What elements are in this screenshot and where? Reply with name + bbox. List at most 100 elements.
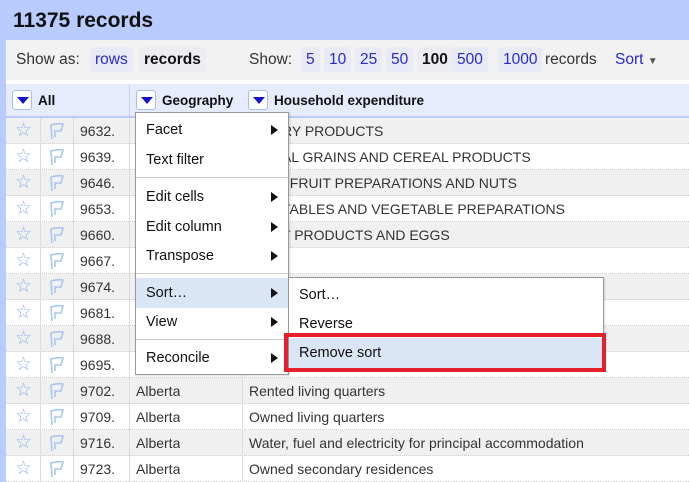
geography-cell[interactable]: Alberta	[136, 409, 180, 425]
star-icon[interactable]: ☆	[15, 405, 32, 428]
row-index: 9660.	[80, 227, 116, 243]
row-index: 9688.	[80, 331, 116, 347]
submenu-arrow-icon	[271, 125, 278, 135]
household-dropdown-button[interactable]	[248, 90, 268, 110]
household-expenditure-cell[interactable]: AL GRAINS AND CEREAL PRODUCTS	[282, 149, 531, 165]
flag-icon[interactable]	[47, 277, 67, 300]
star-icon[interactable]: ☆	[15, 353, 32, 376]
row-index: 9695.	[80, 357, 116, 373]
flag-icon[interactable]	[47, 121, 67, 144]
geography-dropdown-button[interactable]	[136, 90, 156, 110]
submenu-arrow-icon	[271, 222, 278, 232]
table-row: ☆ 9632. RY PRODUCTS	[6, 118, 689, 144]
row-index: 9709.	[80, 409, 116, 425]
column-header-household: Household expenditure	[242, 84, 682, 116]
table-row: ☆ 9716. Alberta Water, fuel and electricity…	[6, 430, 689, 456]
star-icon[interactable]: ☆	[15, 275, 32, 298]
page-size-50[interactable]: 50	[386, 47, 414, 72]
row-index: 9632.	[80, 123, 116, 139]
household-expenditure-cell[interactable]: Owned living quarters	[249, 409, 384, 425]
menu-item-facet[interactable]: Facet	[136, 115, 288, 145]
star-icon[interactable]: ☆	[15, 197, 32, 220]
row-index: 9667.	[80, 253, 116, 269]
star-icon[interactable]: ☆	[15, 379, 32, 402]
page-size-1000[interactable]: 1000	[498, 47, 543, 72]
flag-icon[interactable]	[47, 251, 67, 274]
household-expenditure-cell[interactable]: TABLES AND VEGETABLE PREPARATIONS	[282, 201, 565, 217]
row-index: 9723.	[80, 461, 116, 477]
table-row: ☆ 9639. AL GRAINS AND CEREAL PRODUCTS	[6, 144, 689, 170]
flag-icon[interactable]	[47, 381, 67, 404]
household-expenditure-cell[interactable]: Water, fuel and electricity for principa…	[249, 435, 584, 451]
flag-icon[interactable]	[47, 433, 67, 456]
household-expenditure-cell[interactable]: , FRUIT PREPARATIONS AND NUTS	[282, 175, 517, 191]
table-row: ☆ 9646. , FRUIT PREPARATIONS AND NUTS	[6, 170, 689, 196]
household-expenditure-cell[interactable]: T PRODUCTS AND EGGS	[282, 227, 450, 243]
flag-icon[interactable]	[47, 355, 67, 378]
table-row: ☆ 9709. Alberta Owned living quarters	[6, 404, 689, 430]
row-index: 9653.	[80, 201, 116, 217]
page-size-500[interactable]: 500	[452, 47, 488, 72]
menu-item-sort[interactable]: Sort…	[136, 278, 288, 308]
submenu-arrow-icon	[271, 192, 278, 202]
row-index: 9674.	[80, 279, 116, 295]
flag-icon[interactable]	[47, 173, 67, 196]
star-icon[interactable]: ☆	[15, 223, 32, 246]
title-bar: 11375 records	[0, 0, 689, 40]
table-row: ☆ 9667.	[6, 248, 689, 274]
household-expenditure-cell[interactable]: RY PRODUCTS	[282, 123, 383, 139]
page-size-5[interactable]: 5	[301, 47, 320, 72]
show-label: Show:	[249, 51, 293, 68]
view-toolbar: Show as: rows records Show: 5 10 25 50 1…	[6, 40, 689, 80]
page-size-10[interactable]: 10	[324, 47, 352, 72]
flag-icon[interactable]	[47, 407, 67, 430]
table-row: ☆ 9723. Alberta Owned secondary residences	[6, 456, 689, 482]
menu-item-edit-cells[interactable]: Edit cells	[136, 182, 288, 212]
flag-icon[interactable]	[47, 303, 67, 326]
star-icon[interactable]: ☆	[15, 171, 32, 194]
row-index: 9639.	[80, 149, 116, 165]
star-icon[interactable]: ☆	[15, 119, 32, 142]
show-as-rows-link[interactable]: rows	[90, 47, 133, 72]
page-size-100[interactable]: 100	[417, 47, 453, 72]
page-size-25[interactable]: 25	[355, 47, 383, 72]
row-index: 9716.	[80, 435, 116, 451]
submenu-arrow-icon	[271, 288, 278, 298]
submenu-item-sort[interactable]: Sort…	[289, 280, 603, 310]
flag-icon[interactable]	[47, 459, 67, 482]
records-suffix: records	[545, 51, 597, 68]
household-expenditure-cell[interactable]: Rented living quarters	[249, 383, 385, 399]
menu-item-edit-column[interactable]: Edit column	[136, 212, 288, 242]
flag-icon[interactable]	[47, 225, 67, 248]
table-row: ☆ 9653. TABLES AND VEGETABLE PREPARATIONS	[6, 196, 689, 222]
household-expenditure-cell[interactable]: Owned secondary residences	[249, 461, 433, 477]
menu-item-text-filter[interactable]: Text filter	[136, 145, 288, 175]
record-count: 11375 records	[13, 9, 154, 32]
star-icon[interactable]: ☆	[15, 249, 32, 272]
flag-icon[interactable]	[47, 147, 67, 170]
column-header-all: All	[6, 84, 129, 116]
column-label: Household expenditure	[274, 93, 425, 108]
table-row: ☆ 9660. T PRODUCTS AND EGGS	[6, 222, 689, 248]
geography-cell[interactable]: Alberta	[136, 383, 180, 399]
menu-item-reconcile[interactable]: Reconcile	[136, 343, 288, 373]
geography-cell[interactable]: Alberta	[136, 461, 180, 477]
star-icon[interactable]: ☆	[15, 301, 32, 324]
show-as-records-link[interactable]: records	[139, 47, 206, 72]
all-dropdown-button[interactable]	[12, 90, 32, 110]
flag-icon[interactable]	[47, 199, 67, 222]
sort-dropdown[interactable]: Sort ▼	[615, 51, 658, 69]
show-as-label: Show as:	[16, 51, 80, 68]
geography-cell[interactable]: Alberta	[136, 435, 180, 451]
star-icon[interactable]: ☆	[15, 431, 32, 454]
row-index: 9646.	[80, 175, 116, 191]
submenu-arrow-icon	[271, 251, 278, 261]
star-icon[interactable]: ☆	[15, 327, 32, 350]
column-label: Geography	[162, 93, 234, 108]
star-icon[interactable]: ☆	[15, 145, 32, 168]
submenu-arrow-icon	[271, 317, 278, 327]
flag-icon[interactable]	[47, 329, 67, 352]
star-icon[interactable]: ☆	[15, 457, 32, 480]
menu-item-view[interactable]: View	[136, 307, 288, 337]
menu-item-transpose[interactable]: Transpose	[136, 241, 288, 271]
